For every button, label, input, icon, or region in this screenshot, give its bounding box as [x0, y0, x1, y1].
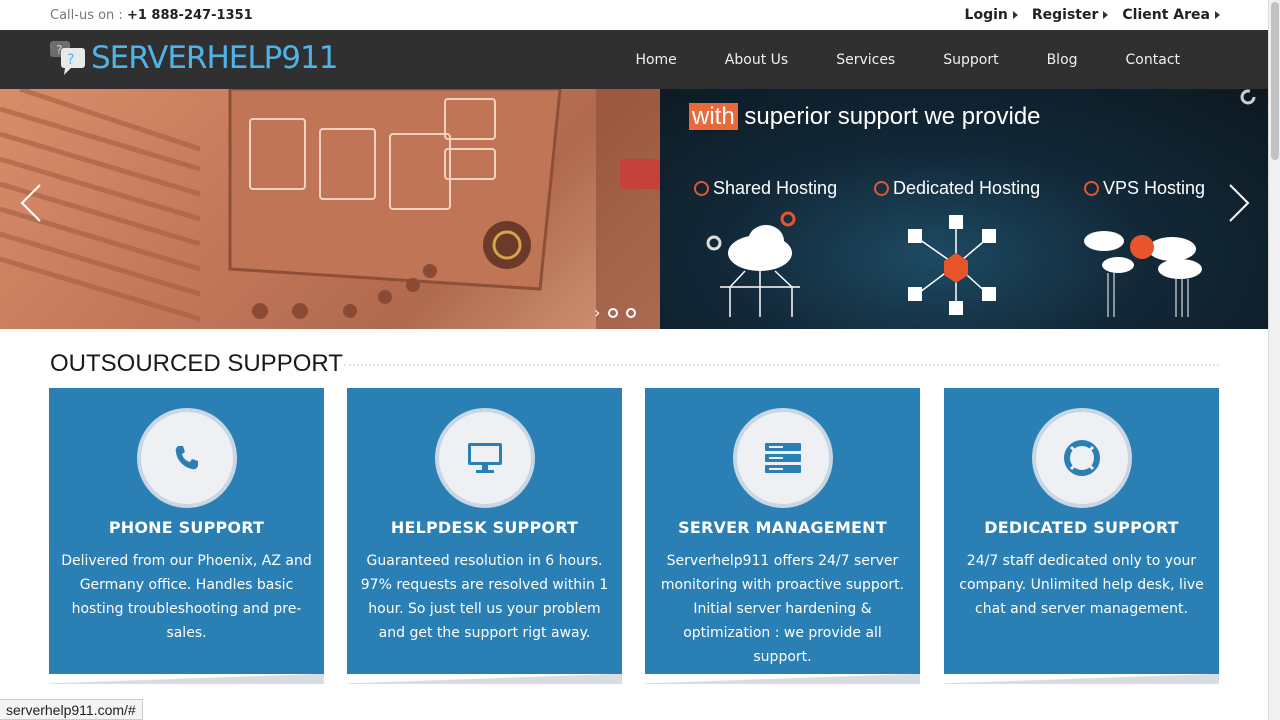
slide-tagline: with superior support we provide — [689, 103, 1041, 131]
caret-right-icon — [1103, 11, 1109, 19]
phone-icon — [175, 446, 198, 470]
card-icon-circle — [733, 408, 833, 508]
vps-hosting-label: VPS Hosting — [1103, 178, 1206, 198]
card-title: SERVER MANAGEMENT — [678, 518, 887, 537]
main-nav: ? ? SERVERHELP911 Home About Us Services… — [0, 30, 1268, 89]
dedicated-hosting-link[interactable]: Dedicated Hosting — [874, 178, 1040, 199]
lifebuoy-icon — [1064, 440, 1100, 476]
nav-about-us[interactable]: About Us — [701, 52, 812, 68]
logo-text: SERVERHELP911 — [91, 40, 338, 76]
nav-blog[interactable]: Blog — [1023, 52, 1102, 68]
login-label: Login — [964, 7, 1008, 23]
nav-contact[interactable]: Contact — [1102, 52, 1204, 68]
slider-dot-1[interactable] — [608, 307, 619, 318]
card-description: Delivered from our Phoenix, AZ and Germa… — [61, 553, 312, 641]
card-shadow — [347, 674, 622, 684]
reload-icon[interactable] — [1240, 89, 1256, 105]
browser-status-bar: serverhelp911.com/# — [0, 699, 143, 720]
top-bar: Call-us on : +1 888-247-1351 Login Regis… — [0, 0, 1268, 30]
circle-bullet-icon — [694, 181, 709, 196]
cloud-idea-icon — [1084, 231, 1202, 317]
card-icon-circle — [137, 408, 237, 508]
call-us: Call-us on : +1 888-247-1351 — [50, 8, 253, 23]
card-description: Guaranteed resolution in 6 hours. 97% re… — [360, 553, 609, 641]
nav-menu: Home About Us Services Support Blog Cont… — [611, 30, 1204, 89]
slider-pagination: › — [594, 303, 637, 322]
card-shadow — [49, 674, 324, 684]
card-title: PHONE SUPPORT — [108, 518, 265, 537]
register-link[interactable]: Register — [1032, 7, 1109, 23]
dedicated-hosting-label: Dedicated Hosting — [893, 178, 1041, 198]
scrollbar-thumb[interactable] — [1271, 2, 1279, 160]
shared-hosting-label: Shared Hosting — [713, 178, 838, 198]
phone-support-card[interactable]: PHONE SUPPORT Delivered from our Phoenix… — [49, 388, 324, 684]
chat-bubbles-icon: ? ? — [49, 40, 87, 76]
nav-support[interactable]: Support — [919, 52, 1022, 68]
monitor-icon — [468, 443, 502, 473]
helpdesk-support-card[interactable]: HELPDESK SUPPORT Guaranteed resolution i… — [347, 388, 622, 684]
client-area-label: Client Area — [1122, 7, 1210, 23]
svg-text:?: ? — [67, 52, 74, 68]
nav-home[interactable]: Home — [611, 52, 700, 68]
call-us-label: Call-us on : — [50, 8, 123, 23]
card-icon-circle — [1032, 408, 1132, 508]
cloud-network-icon — [706, 211, 800, 317]
phone-number[interactable]: +1 888-247-1351 — [127, 8, 253, 23]
card-title: DEDICATED SUPPORT — [984, 518, 1179, 537]
tagline-text: superior support we provide — [737, 103, 1041, 130]
card-shadow — [645, 674, 920, 684]
hosting-slide: with superior support we provide Shared … — [660, 89, 1268, 329]
caret-right-icon — [1012, 11, 1018, 19]
client-area-link[interactable]: Client Area — [1122, 7, 1220, 23]
site-logo[interactable]: ? ? SERVERHELP911 — [49, 40, 338, 76]
server-panel-image: › — [0, 89, 672, 329]
page-scrollbar[interactable] — [1268, 0, 1280, 720]
card-icon-circle — [435, 408, 535, 508]
section-title: OUTSOURCED SUPPORT — [50, 350, 343, 377]
slider-prev-arrow-icon[interactable] — [16, 181, 46, 225]
circle-bullet-icon — [1084, 181, 1099, 196]
dedicated-support-card[interactable]: DEDICATED SUPPORT 24/7 staff dedicated o… — [944, 388, 1219, 684]
hero-slider: › with superior support we provide Share… — [0, 89, 1268, 329]
register-label: Register — [1031, 7, 1099, 23]
card-title: HELPDESK SUPPORT — [390, 518, 579, 537]
tagline-highlight: with — [689, 103, 738, 130]
shared-hosting-link[interactable]: Shared Hosting — [694, 178, 837, 199]
slider-dot-2[interactable] — [626, 307, 637, 318]
network-hub-icon — [908, 215, 996, 315]
nav-services[interactable]: Services — [812, 52, 919, 68]
caret-right-icon — [1215, 11, 1220, 19]
card-description: Serverhelp911 offers 24/7 server monitor… — [660, 553, 905, 665]
login-link[interactable]: Login — [965, 7, 1018, 23]
circle-bullet-icon — [874, 181, 889, 196]
card-shadow — [944, 674, 1219, 684]
account-links: Login Register Client Area — [965, 7, 1220, 23]
card-description: 24/7 staff dedicated only to your compan… — [959, 553, 1204, 617]
vps-hosting-link[interactable]: VPS Hosting — [1084, 178, 1205, 199]
slider-next-small-icon[interactable]: › — [594, 303, 600, 322]
section-divider — [344, 364, 1219, 366]
server-management-card[interactable]: SERVER MANAGEMENT Serverhelp911 offers 2… — [645, 388, 920, 684]
server-icon — [765, 443, 801, 473]
slider-next-arrow-icon[interactable] — [1224, 181, 1254, 225]
support-cards: PHONE SUPPORT Delivered from our Phoenix… — [49, 388, 1219, 684]
